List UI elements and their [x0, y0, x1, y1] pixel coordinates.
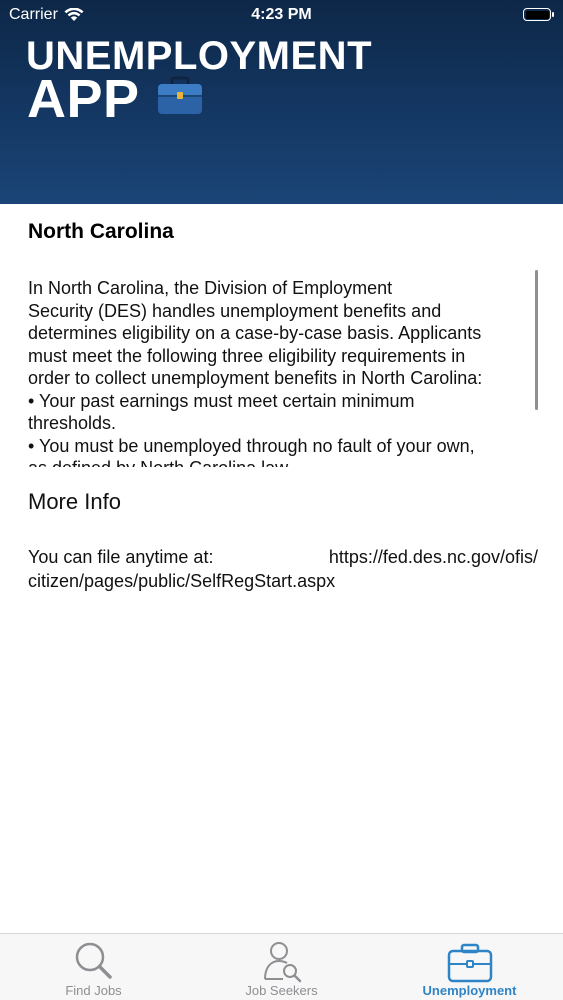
- scroll-indicator[interactable]: [535, 270, 538, 410]
- file-link-part2[interactable]: citizen/pages/public/SelfRegStart.aspx: [28, 569, 335, 593]
- tab-find-jobs[interactable]: Find Jobs: [0, 934, 187, 1000]
- file-label: You can file anytime at:: [28, 547, 214, 567]
- app-title-line2: APP: [27, 69, 140, 129]
- tab-label-unemployment: Unemployment: [422, 983, 517, 998]
- app-header: Carrier 4:23 PM UNEMPLOYMENT APP: [0, 0, 563, 204]
- tab-bar: Find Jobs Job Seekers Unemployment: [0, 933, 563, 1000]
- briefcase-logo-icon: [158, 76, 202, 114]
- briefcase-icon: [447, 943, 492, 983]
- magnifier-icon: [75, 942, 112, 979]
- tab-label-job-seekers: Job Seekers: [245, 983, 318, 998]
- tab-unemployment[interactable]: Unemployment: [376, 934, 563, 1000]
- battery-icon: [523, 8, 554, 21]
- description-scroll-area[interactable]: In North Carolina, the Division of Emplo…: [28, 277, 538, 467]
- person-search-icon: [263, 942, 301, 983]
- description-text: In North Carolina, the Division of Emplo…: [28, 278, 483, 467]
- status-time: 4:23 PM: [251, 6, 312, 23]
- state-title: North Carolina: [28, 220, 174, 243]
- more-info-title: More Info: [28, 489, 121, 514]
- tab-label-find-jobs: Find Jobs: [65, 983, 122, 998]
- status-bar: Carrier 4:23 PM: [0, 0, 563, 30]
- tab-job-seekers[interactable]: Job Seekers: [188, 934, 375, 1000]
- file-link-part1[interactable]: https://fed.des.nc.gov/ofis/: [329, 545, 538, 569]
